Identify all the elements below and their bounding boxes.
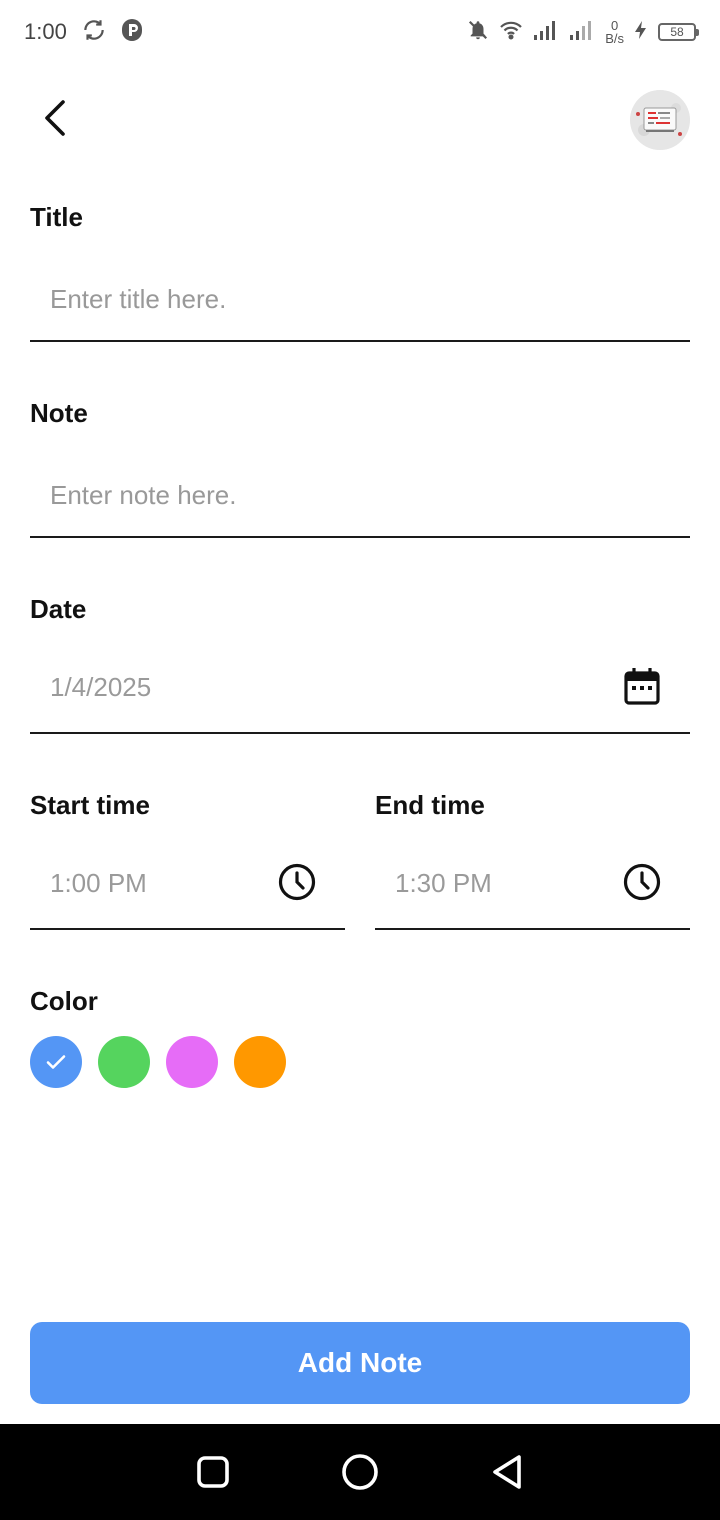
battery-level: 58 bbox=[670, 25, 684, 39]
app-bar bbox=[0, 80, 720, 160]
back-triangle-icon bbox=[492, 1455, 521, 1489]
start-time-value: 1:00 PM bbox=[50, 868, 147, 898]
color-label: Color bbox=[30, 986, 98, 1016]
signal-icon-2 bbox=[569, 19, 595, 46]
title-label: Title bbox=[30, 202, 83, 232]
home-icon bbox=[342, 1454, 378, 1490]
status-bar: 1:00 0 B/s 58 bbox=[0, 0, 720, 64]
sync-icon bbox=[81, 17, 107, 48]
color-swatch-blue[interactable] bbox=[30, 1036, 82, 1088]
network-speed: 0 B/s bbox=[605, 19, 624, 45]
recents-button[interactable] bbox=[189, 1448, 237, 1496]
color-swatch-green[interactable] bbox=[98, 1036, 150, 1088]
back-arrow-icon bbox=[41, 98, 71, 143]
back-nav-button[interactable] bbox=[483, 1448, 531, 1496]
parking-app-icon bbox=[121, 18, 143, 47]
status-right: 0 B/s 58 bbox=[467, 19, 699, 46]
end-time-label: End time bbox=[375, 790, 485, 820]
color-swatch-orange[interactable] bbox=[234, 1036, 286, 1088]
system-navigation-bar bbox=[0, 1424, 720, 1520]
status-time: 1:00 bbox=[24, 19, 67, 44]
end-time-value: 1:30 PM bbox=[395, 868, 492, 898]
color-swatch-violet[interactable] bbox=[166, 1036, 218, 1088]
start-time-field[interactable]: 1:00 PM bbox=[30, 846, 345, 930]
color-picker bbox=[30, 1036, 286, 1088]
wifi-icon bbox=[499, 20, 523, 45]
date-field[interactable]: 1/4/2025 bbox=[30, 650, 690, 734]
recents-icon bbox=[197, 1456, 230, 1488]
add-note-screen: 1:00 0 B/s 58 Title Enter title here. No… bbox=[0, 0, 720, 1520]
back-button[interactable] bbox=[30, 94, 82, 146]
avatar[interactable] bbox=[630, 90, 690, 150]
note-input[interactable] bbox=[30, 454, 690, 538]
title-input[interactable] bbox=[30, 258, 690, 342]
status-left: 1:00 bbox=[24, 17, 143, 48]
clock-icon[interactable] bbox=[277, 862, 317, 902]
start-time-label: Start time bbox=[30, 790, 150, 820]
note-label: Note bbox=[30, 398, 88, 428]
mute-icon bbox=[467, 19, 489, 46]
check-icon bbox=[46, 1055, 66, 1069]
home-button[interactable] bbox=[336, 1448, 384, 1496]
add-note-button[interactable]: Add Note bbox=[30, 1322, 690, 1404]
avatar-image bbox=[630, 90, 690, 150]
date-label: Date bbox=[30, 594, 87, 624]
calendar-icon[interactable] bbox=[622, 666, 662, 706]
end-time-field[interactable]: 1:30 PM bbox=[375, 846, 690, 930]
clock-icon[interactable] bbox=[622, 862, 662, 902]
date-value: 1/4/2025 bbox=[50, 672, 152, 702]
charging-icon bbox=[634, 20, 648, 45]
network-speed-unit: B/s bbox=[605, 31, 624, 46]
battery-indicator: 58 bbox=[658, 23, 699, 41]
signal-icon-1 bbox=[533, 19, 559, 46]
